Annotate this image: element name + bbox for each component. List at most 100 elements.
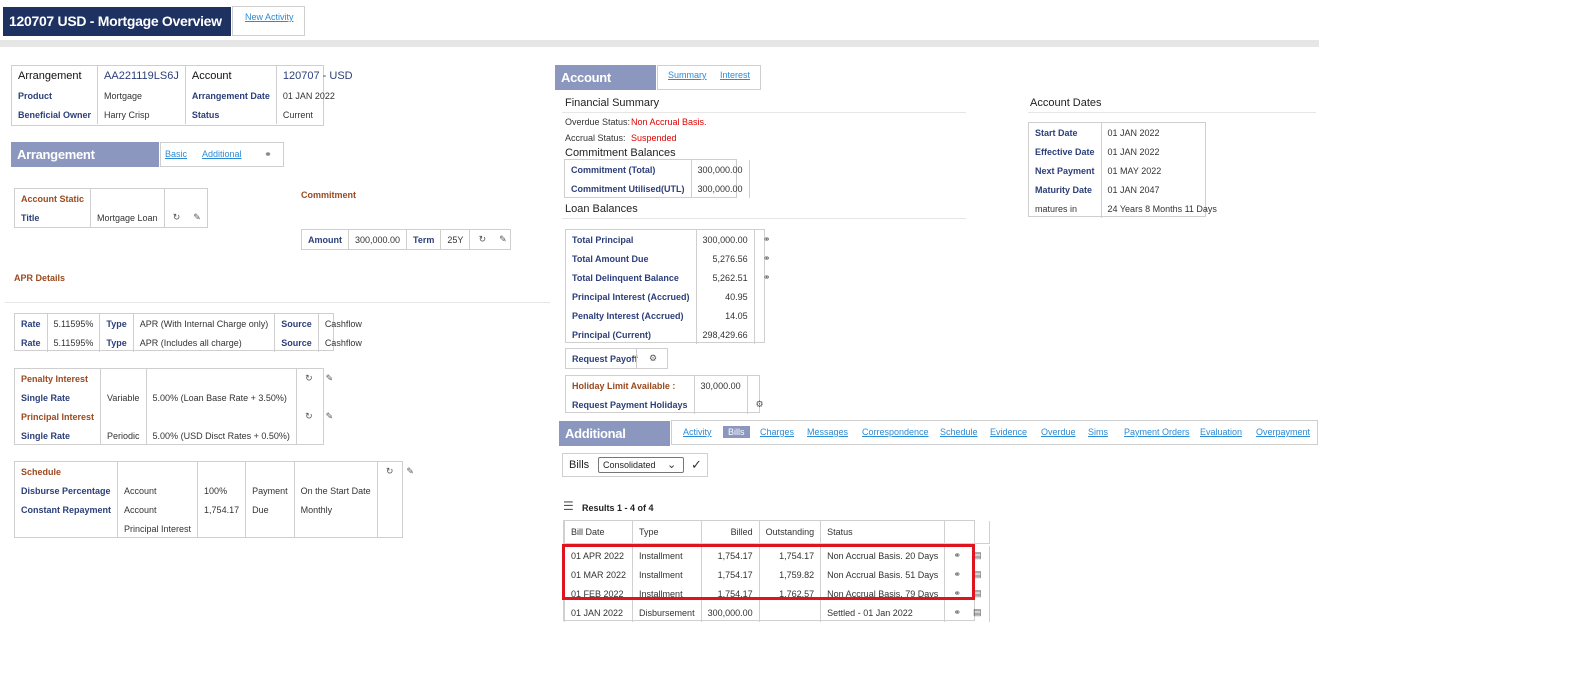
commitment-balances-heading: Commitment Balances — [565, 147, 676, 159]
bill-outstanding: 1,759.82 — [758, 565, 822, 584]
request-payment-holidays-button[interactable]: Request Payment Holidays — [566, 395, 694, 414]
constant-repayment-label: Constant Repayment — [21, 504, 112, 515]
edit-icon[interactable]: ✎ — [323, 411, 335, 422]
link-icon[interactable]: ⚭ — [951, 550, 963, 561]
document-icon[interactable]: ▤ — [971, 588, 983, 599]
link-icon[interactable]: ⚭ — [951, 569, 963, 580]
gear-icon[interactable]: ⚙ — [754, 399, 766, 410]
tab-schedule[interactable]: Schedule — [940, 427, 978, 437]
tab-evaluation[interactable]: Evaluation — [1200, 427, 1242, 437]
tab-summary[interactable]: Summary — [668, 70, 707, 80]
principal-interest-label: Principal Interest — [21, 411, 95, 422]
tab-activity[interactable]: Activity — [683, 427, 712, 437]
document-icon[interactable]: ▤ — [971, 550, 983, 561]
column-header-outstanding[interactable]: Outstanding — [758, 521, 822, 544]
principal-rate: 5.00% (USD Disct Rates + 0.50%) — [145, 426, 297, 445]
loan-balance-value: 14.05 — [695, 306, 755, 325]
refresh-icon[interactable]: ↻ — [384, 466, 396, 477]
bill-status: Non Accrual Basis. 79 Days — [820, 584, 946, 603]
tab-overpayment[interactable]: Overpayment — [1256, 427, 1310, 437]
link-icon[interactable]: ⚭ — [262, 149, 274, 160]
table-row: 01 MAR 2022 Installment 1,754.17 1,759.8… — [563, 565, 991, 584]
tab-messages[interactable]: Messages — [807, 427, 848, 437]
edit-icon[interactable]: ✎ — [404, 466, 416, 477]
amount-label: Amount — [308, 234, 342, 245]
loan-balance-value: 300,000.00 — [695, 230, 755, 249]
additional-details-title: Additional Details — [559, 421, 670, 466]
apr-source-label: Source — [274, 314, 319, 333]
accrual-status-value: Suspended — [631, 133, 677, 143]
bill-date: 01 FEB 2022 — [563, 584, 634, 603]
holiday-limit-value: 30,000.00 — [693, 376, 748, 395]
link-icon[interactable]: ⚭ — [761, 234, 773, 245]
account-static-box: Account Static Title Mortgage Loan ↻ ✎ — [14, 188, 210, 228]
additional-details-tabs: Activity Bills Charges Messages Correspo… — [671, 420, 1318, 445]
bill-outstanding: 1,762.57 — [758, 584, 822, 603]
menu-icon[interactable]: ☰ — [563, 499, 574, 513]
tab-overdue[interactable]: Overdue — [1041, 427, 1076, 437]
tab-interest[interactable]: Interest — [720, 70, 750, 80]
refresh-icon[interactable]: ↻ — [303, 411, 315, 422]
bills-select[interactable]: Consolidated ⌄ — [598, 457, 684, 473]
tab-sims[interactable]: Sims — [1088, 427, 1108, 437]
tab-payment-orders[interactable]: Payment Orders — [1124, 427, 1190, 437]
penalty-rate: 5.00% (Loan Base Rate + 3.50%) — [145, 388, 297, 407]
new-activity-link[interactable]: New Activity — [245, 12, 294, 22]
tab-evidence[interactable]: Evidence — [990, 427, 1027, 437]
gear-icon[interactable]: ⚙ — [647, 353, 659, 364]
holiday-box: Holiday Limit Available : 30,000.00 Requ… — [565, 375, 772, 414]
link-icon[interactable]: ⚭ — [951, 607, 963, 618]
title-label: Title — [21, 212, 40, 223]
apply-check-icon[interactable]: ✓ — [691, 457, 702, 473]
arrangement-box: Arrangement AA221119LS6J Account 120707 … — [11, 65, 359, 126]
document-icon[interactable]: ▤ — [971, 569, 983, 580]
link-icon[interactable]: ⚭ — [761, 253, 773, 264]
document-icon[interactable]: ▤ — [971, 607, 983, 618]
column-header-type[interactable]: Type — [632, 521, 702, 544]
column-header-billed[interactable]: Billed — [700, 521, 760, 544]
schedule-header: Schedule — [21, 466, 62, 477]
account-dates-heading: Account Dates — [1030, 97, 1102, 109]
constant-kind: Due — [245, 500, 295, 519]
edit-icon[interactable]: ✎ — [323, 373, 335, 384]
account-dates-box: Start Date 01 JAN 2022 Effective Date 01… — [1028, 122, 1223, 218]
term-value: 25Y — [440, 230, 470, 249]
edit-icon[interactable]: ✎ — [497, 234, 509, 245]
tab-correspondence[interactable]: Correspondence — [862, 427, 929, 437]
tab-bills[interactable]: Bills — [723, 426, 750, 438]
results-count: Results 1 - 4 of 4 — [582, 503, 654, 513]
constant-when: Monthly — [293, 500, 378, 519]
bill-date: 01 MAR 2022 — [563, 565, 634, 584]
apr-rate-label: Rate — [21, 318, 41, 329]
arrangement-id: AA221119LS6J — [97, 66, 186, 86]
disburse-value: 100% — [197, 481, 246, 500]
bill-billed: 1,754.17 — [700, 546, 760, 565]
matures-in-label: matures in — [1035, 203, 1078, 214]
bill-type: Disbursement — [632, 603, 702, 622]
apr-details-header: APR Details — [14, 273, 66, 283]
loan-balance-value: 5,276.56 — [695, 249, 755, 268]
column-header-status[interactable]: Status — [820, 521, 946, 544]
tab-charges[interactable]: Charges — [760, 427, 794, 437]
account-label: Account — [184, 66, 277, 86]
refresh-icon[interactable]: ↻ — [303, 373, 315, 384]
accrual-status-label: Accrual Status: — [565, 133, 626, 143]
bills-table: Bill Date Type Billed Outstanding Status… — [563, 520, 991, 622]
refresh-icon[interactable]: ↻ — [476, 234, 488, 245]
refresh-icon[interactable]: ↻ — [171, 212, 183, 223]
apr-source-label: Source — [274, 333, 319, 352]
tab-basic[interactable]: Basic — [165, 149, 187, 159]
edit-icon[interactable]: ✎ — [191, 212, 203, 223]
loan-balance-label: Total Delinquent Balance — [572, 272, 679, 283]
table-row: 01 JAN 2022 Disbursement 300,000.00 Sett… — [563, 603, 991, 622]
arrangement-date-value: 01 JAN 2022 — [275, 86, 359, 105]
tab-additional[interactable]: Additional — [202, 149, 242, 159]
loan-balance-value: 298,429.66 — [695, 325, 755, 344]
request-payoff-button[interactable]: Request Payoff — [572, 354, 638, 364]
column-header-bill-date[interactable]: Bill Date — [563, 521, 634, 544]
link-icon[interactable]: ⚭ — [761, 272, 773, 283]
bill-status: Non Accrual Basis. 20 Days — [820, 546, 946, 565]
start-date-label: Start Date — [1035, 127, 1078, 138]
arrangement-date-label: Arrangement Date — [184, 86, 277, 105]
link-icon[interactable]: ⚭ — [951, 588, 963, 599]
